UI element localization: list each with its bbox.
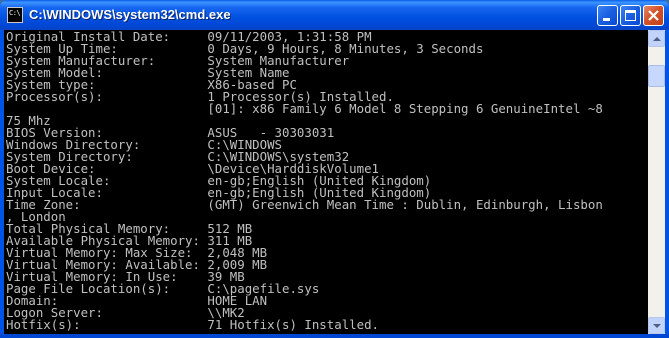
title-bar[interactable]: C:\ C:\WINDOWS\system32\cmd.exe xyxy=(0,0,669,30)
arrow-up-icon xyxy=(653,37,661,41)
console-output[interactable]: Original Install Date: 09/11/2003, 1:31:… xyxy=(4,30,648,334)
minimize-icon xyxy=(603,18,610,21)
window-title: C:\WINDOWS\system32\cmd.exe xyxy=(29,7,231,22)
maximize-button[interactable] xyxy=(620,5,641,26)
console-line: [01]: x86 Family 6 Model 8 Stepping 6 Ge… xyxy=(6,101,603,116)
maximize-icon xyxy=(625,10,636,21)
console-line: Time Zone: (GMT) Greenwich Mean Time : D… xyxy=(6,197,603,212)
arrow-down-icon xyxy=(653,324,661,328)
scroll-thumb[interactable] xyxy=(648,65,665,87)
close-button[interactable] xyxy=(643,5,664,26)
cmd-window: C:\ C:\WINDOWS\system32\cmd.exe Original… xyxy=(0,0,669,338)
vertical-scrollbar[interactable] xyxy=(648,30,665,334)
scroll-up-button[interactable] xyxy=(648,30,665,47)
window-frame-bottom xyxy=(0,334,669,338)
console-client-area: Original Install Date: 09/11/2003, 1:31:… xyxy=(4,30,665,334)
cmd-icon-text: C:\ xyxy=(9,9,21,17)
minimize-button[interactable] xyxy=(597,5,618,26)
console-line: Hotfix(s): 71 Hotfix(s) Installed. xyxy=(6,317,379,332)
scroll-down-button[interactable] xyxy=(648,317,665,334)
close-icon xyxy=(648,10,659,21)
cmd-icon[interactable]: C:\ xyxy=(7,7,23,23)
